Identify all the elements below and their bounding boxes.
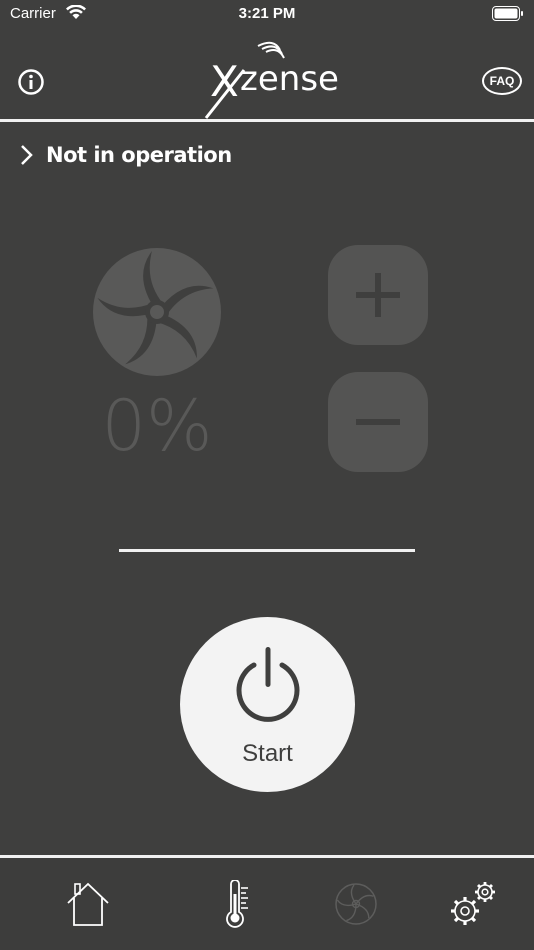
- fan-speed-percent: 0%: [101, 385, 213, 467]
- power-icon: [236, 647, 300, 722]
- faq-button[interactable]: FAQ: [482, 67, 522, 95]
- fan-icon: [335, 883, 377, 925]
- logo-text: zense: [240, 59, 339, 99]
- plus-icon: [356, 273, 400, 317]
- start-label: Start: [242, 740, 293, 767]
- app-header: X zense FAQ: [0, 30, 534, 120]
- decrease-speed-button[interactable]: [328, 372, 428, 472]
- xzense-logo: X zense: [200, 40, 340, 125]
- info-icon[interactable]: [17, 68, 45, 96]
- operation-status-text: Not in operation: [46, 143, 232, 167]
- status-bar: Carrier 3:21 PM: [0, 0, 534, 30]
- tab-bar: [0, 858, 534, 950]
- chevron-right-icon: [21, 145, 33, 165]
- tab-settings[interactable]: [434, 858, 514, 950]
- tab-home[interactable]: [48, 858, 128, 950]
- tab-temperature[interactable]: [199, 858, 279, 950]
- thermometer-icon: [226, 880, 248, 928]
- fan-icon: [93, 248, 221, 376]
- home-icon: [67, 882, 109, 926]
- gears-icon: [451, 882, 495, 925]
- tab-fan[interactable]: [316, 858, 396, 950]
- operation-status-row[interactable]: Not in operation: [18, 140, 232, 170]
- minus-icon: [356, 419, 400, 425]
- clock: 3:21 PM: [238, 5, 296, 22]
- header-divider: [0, 119, 534, 122]
- increase-speed-button[interactable]: [328, 245, 428, 345]
- battery-icon: [492, 6, 523, 21]
- start-button[interactable]: Start: [180, 617, 355, 792]
- content-divider: [119, 549, 415, 552]
